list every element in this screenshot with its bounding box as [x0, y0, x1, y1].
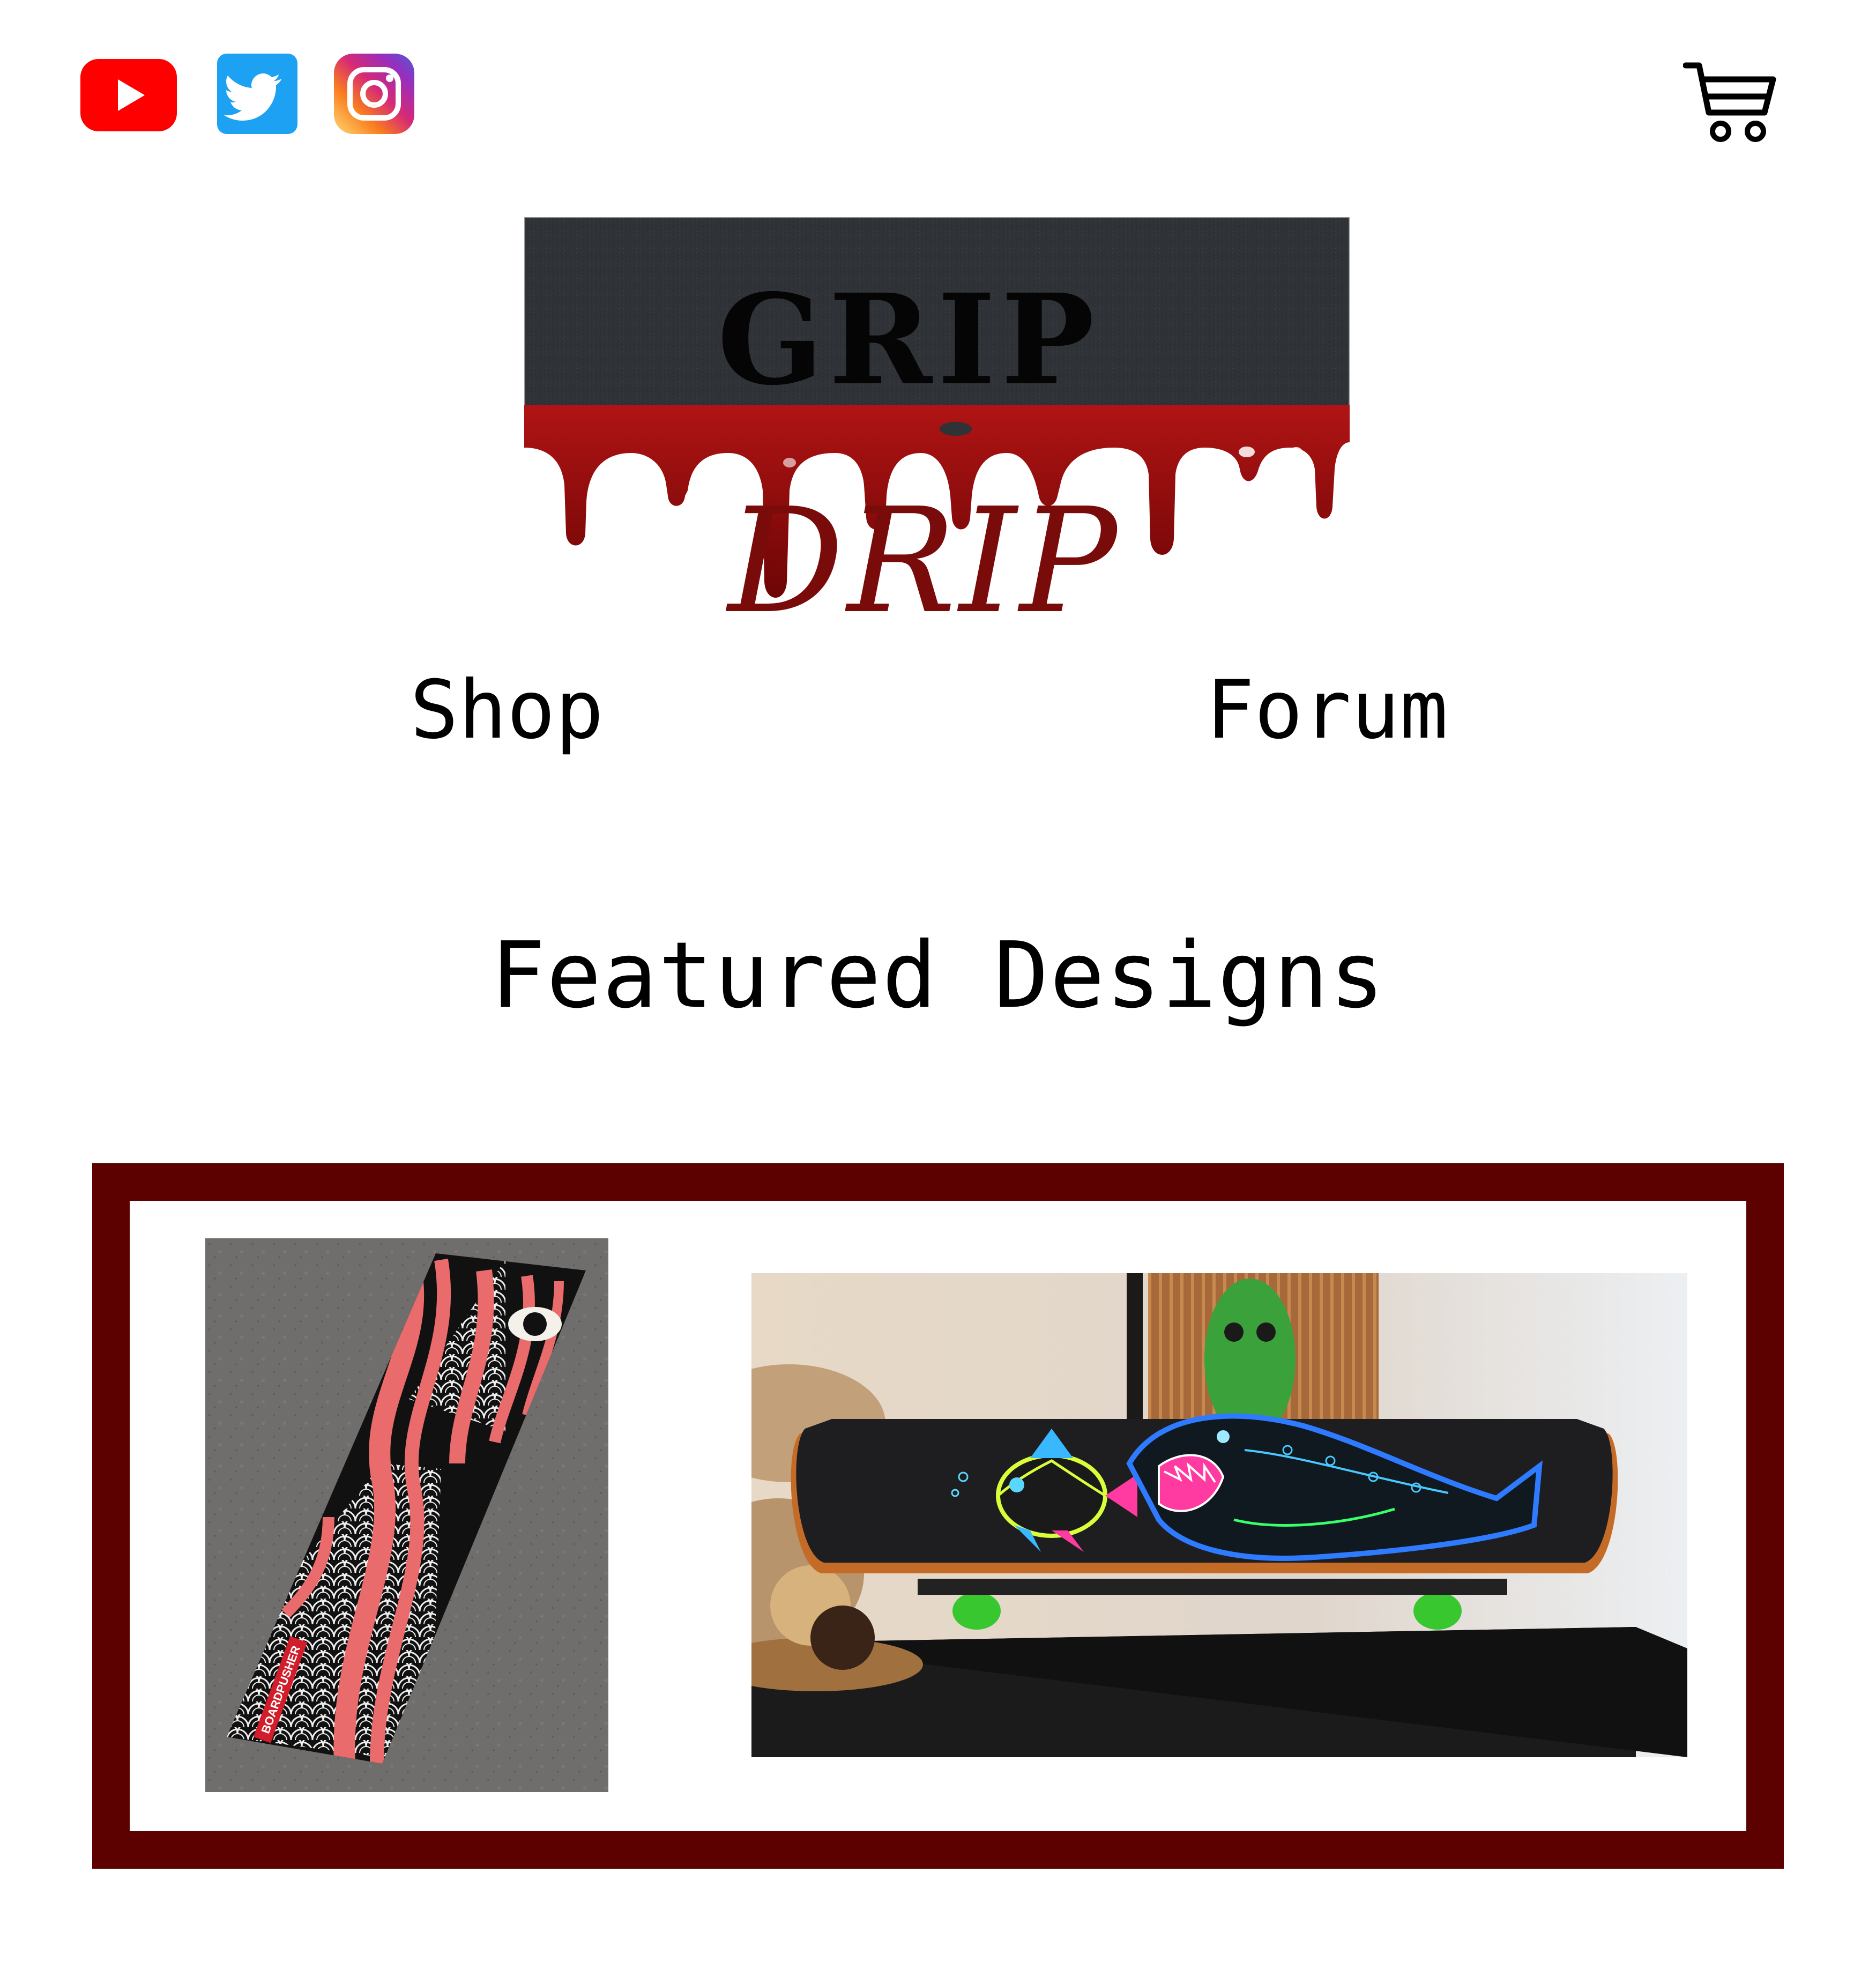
youtube-icon[interactable]: [80, 59, 177, 131]
logo-drip-text: DRIP: [726, 477, 1120, 635]
featured-designs-heading: Featured Designs: [490, 923, 1386, 1029]
nav-shop-link[interactable]: Shop: [410, 657, 604, 764]
nav-forum-link[interactable]: Forum: [1206, 657, 1448, 764]
logo-grip-text: GRIP: [717, 266, 1100, 413]
twitter-icon[interactable]: [217, 54, 297, 134]
grip-drip-logo[interactable]: GRIP DRIP: [524, 217, 1350, 635]
shopping-cart-icon[interactable]: [1683, 59, 1777, 145]
instagram-icon[interactable]: [334, 54, 414, 134]
featured-skateboard-photo[interactable]: [751, 1273, 1687, 1757]
featured-grip-tape-photo[interactable]: BOARDPUSHER: [205, 1238, 608, 1792]
